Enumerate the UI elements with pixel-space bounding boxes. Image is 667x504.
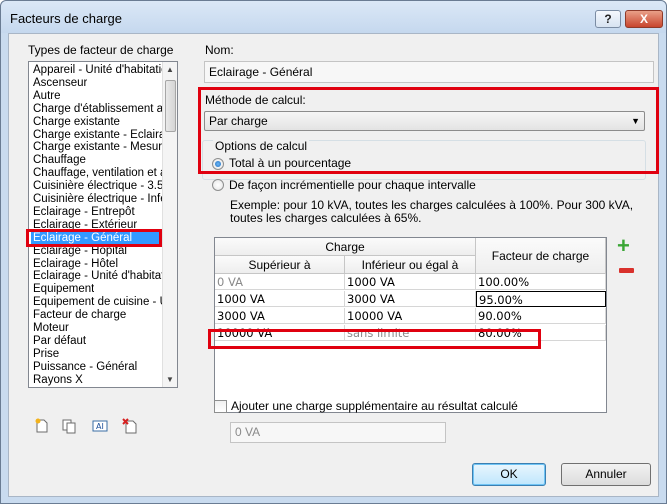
highlight-row-box xyxy=(208,329,541,349)
new-type-icon[interactable] xyxy=(34,418,50,434)
window-title: Facteurs de charge xyxy=(10,11,123,26)
cell-inf-0[interactable]: 1000 VA xyxy=(345,274,476,290)
list-item[interactable]: Rayons X xyxy=(33,374,83,387)
types-listbox[interactable]: Rayons X Puissance - Général Prise Par défa… xyxy=(28,61,178,388)
list-item[interactable]: Chauffage xyxy=(33,154,86,167)
scroll-up-icon[interactable]: ▲ xyxy=(166,65,174,74)
header-inf[interactable]: Inférieur ou égal à xyxy=(345,256,476,274)
cell-sup-2[interactable]: 3000 VA xyxy=(215,308,345,324)
list-item[interactable]: Eclairage - Unité d'habitatio xyxy=(33,270,164,283)
cell-sup-0: 0 VA xyxy=(215,274,345,290)
list-item[interactable]: Equipement xyxy=(33,283,94,296)
list-item[interactable]: Cuisinière électrique - 3.5 k xyxy=(33,180,164,193)
delete-icon[interactable] xyxy=(122,418,138,434)
load-table[interactable]: Charge Supérieur à Inférieur ou égal à F… xyxy=(214,237,607,413)
radio-incremental[interactable] xyxy=(212,179,224,191)
list-item[interactable]: Autre xyxy=(33,90,61,103)
extra-charge-label: Ajouter une charge supplémentaire au rés… xyxy=(231,399,518,413)
list-item[interactable]: Ascenseur xyxy=(33,77,87,90)
list-item[interactable]: Facteur de charge xyxy=(33,309,126,322)
scroll-down-icon[interactable]: ▼ xyxy=(166,375,174,384)
list-item[interactable]: Par défaut xyxy=(33,335,86,348)
list-item[interactable]: Cuisinière électrique - Inféri xyxy=(33,193,164,206)
list-item[interactable]: Charge existante - Eclairag xyxy=(33,129,164,142)
list-item[interactable]: Charge existante - Mesurée xyxy=(33,141,164,154)
list-item[interactable]: Charge existante xyxy=(33,116,120,129)
list-item[interactable]: Equipement de cuisine - Ur xyxy=(33,296,164,309)
extra-charge-field: 0 VA xyxy=(230,422,446,443)
cell-factor-1[interactable]: 95.00% xyxy=(476,291,606,307)
list-item[interactable]: Puissance - Général xyxy=(33,361,137,374)
help-icon: ? xyxy=(604,12,612,26)
dialog-body: Types de facteur de charge Rayons X Puiss… xyxy=(8,33,659,497)
dialog-window: Facteurs de charge ? X Types de facteur … xyxy=(0,0,667,504)
svg-text:AI: AI xyxy=(96,422,104,431)
list-item[interactable]: Eclairage - Hôtel xyxy=(33,258,118,271)
list-item[interactable]: Appareil - Unité d'habitation xyxy=(33,64,164,77)
rename-icon[interactable]: AI xyxy=(92,418,108,434)
ok-button[interactable]: OK xyxy=(472,463,546,486)
remove-row-icon[interactable] xyxy=(619,268,634,273)
example-line-1: Exemple: pour 10 kVA, toutes les charges… xyxy=(230,198,634,212)
extra-charge-checkbox[interactable] xyxy=(214,400,227,413)
list-scrollbar[interactable]: ▲ ▼ xyxy=(162,62,177,387)
list-item[interactable]: Chauffage, ventilation et ai xyxy=(33,167,164,180)
list-item[interactable]: Moteur xyxy=(33,322,69,335)
cell-sup-1[interactable]: 1000 VA xyxy=(215,291,345,307)
close-button[interactable]: X xyxy=(625,10,663,28)
name-field: Eclairage - Général xyxy=(204,61,654,83)
cell-inf-2[interactable]: 10000 VA xyxy=(345,308,476,324)
header-factor[interactable]: Facteur de charge xyxy=(476,238,606,274)
example-line-2: toutes les charges calculées à 65%. xyxy=(230,211,422,225)
name-label: Nom: xyxy=(205,43,234,57)
add-row-icon[interactable]: + xyxy=(617,235,630,257)
highlight-method-box xyxy=(198,87,659,174)
duplicate-icon[interactable] xyxy=(61,418,77,434)
list-item[interactable]: Eclairage - Entrepôt xyxy=(33,206,135,219)
cancel-button[interactable]: Annuler xyxy=(561,463,651,486)
header-charge: Charge xyxy=(215,238,476,256)
cell-inf-1[interactable]: 3000 VA xyxy=(345,291,476,307)
highlight-selected-item xyxy=(26,229,162,247)
scrollbar-thumb[interactable] xyxy=(165,80,176,132)
cell-factor-0[interactable]: 100.00% xyxy=(476,274,606,290)
types-label: Types de facteur de charge xyxy=(28,43,174,57)
close-icon: X xyxy=(639,12,648,26)
list-item[interactable]: Charge d'établissement agr xyxy=(33,103,164,116)
header-sup[interactable]: Supérieur à xyxy=(215,256,345,274)
list-item[interactable]: Prise xyxy=(33,348,59,361)
radio-incremental-label: De façon incrémentielle pour chaque inte… xyxy=(229,178,476,192)
cell-factor-2[interactable]: 90.00% xyxy=(476,308,606,324)
help-button[interactable]: ? xyxy=(595,10,621,28)
title-bar[interactable]: Facteurs de charge ? X xyxy=(1,1,666,33)
